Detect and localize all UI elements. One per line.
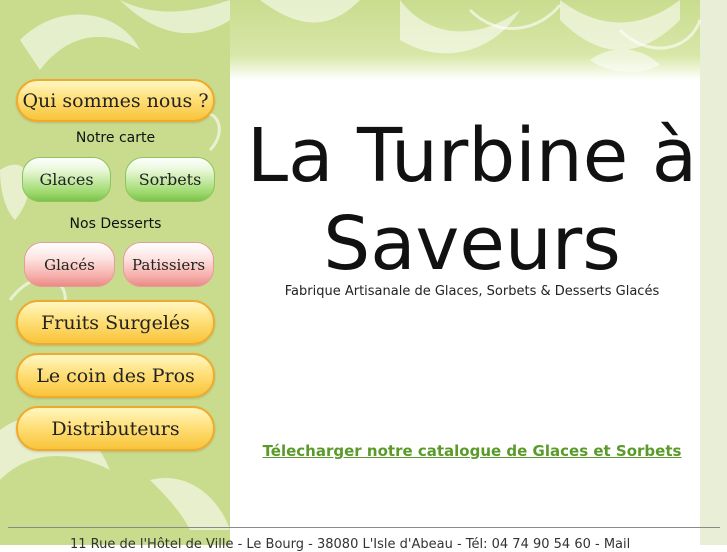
site-tagline: Fabrique Artisanale de Glaces, Sorbets &…	[284, 284, 660, 299]
nav-glaces-label: Glaces	[39, 170, 94, 189]
footer-divider	[8, 527, 720, 528]
menu-heading: Notre carte	[75, 130, 156, 146]
site-title: La Turbine à Saveurs	[232, 112, 712, 288]
nav-sorbets-button[interactable]: Sorbets	[125, 157, 215, 202]
nav-pros-label: Le coin des Pros	[36, 364, 195, 387]
nav-desserts-glaces-button[interactable]: Glacés	[24, 242, 115, 287]
nav-glaces-button[interactable]: Glaces	[22, 157, 111, 202]
nav-distributeurs-button[interactable]: Distributeurs	[16, 406, 215, 451]
nav-desserts-glaces-label: Glacés	[44, 255, 95, 274]
nav-about-button[interactable]: Qui sommes nous ?	[16, 79, 215, 122]
nav-about-label: Qui sommes nous ?	[22, 89, 209, 112]
nav-fruits-button[interactable]: Fruits Surgelés	[16, 300, 215, 345]
nav-pros-button[interactable]: Le coin des Pros	[16, 353, 215, 398]
nav-distributeurs-label: Distributeurs	[51, 417, 180, 440]
nav-patissiers-button[interactable]: Patissiers	[123, 242, 214, 287]
nav-sorbets-label: Sorbets	[138, 170, 202, 189]
desserts-heading: Nos Desserts	[69, 216, 162, 232]
site-title-line2: Saveurs	[323, 201, 621, 287]
nav-fruits-label: Fruits Surgelés	[41, 311, 190, 334]
nav-patissiers-label: Patissiers	[131, 255, 206, 274]
catalogue-download-link[interactable]: Télecharger notre catalogue de Glaces et…	[240, 442, 704, 460]
site-title-line1: La Turbine à	[246, 113, 698, 199]
